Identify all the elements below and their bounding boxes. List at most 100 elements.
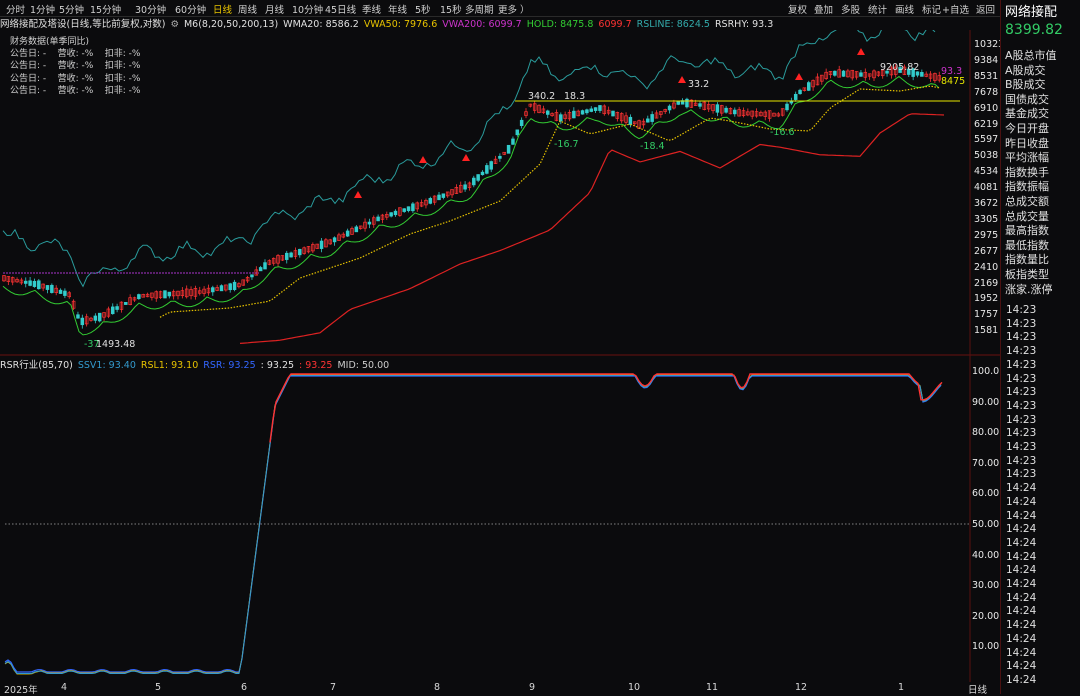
period-tab[interactable]: 10分钟 bbox=[292, 2, 323, 16]
candle-body bbox=[685, 98, 689, 108]
quote-field-label[interactable]: 最低指数 bbox=[1005, 237, 1049, 253]
indicator-value: VWA50: 7976.6 bbox=[363, 19, 438, 30]
price-tick: 1757 bbox=[974, 309, 999, 321]
toolbar-button[interactable]: +自选 bbox=[942, 2, 969, 16]
rsr-tick: 80.00 bbox=[972, 427, 1000, 439]
price-tick: 2975 bbox=[974, 229, 999, 241]
gear-icon[interactable]: ⚙ bbox=[170, 19, 179, 30]
candle-body bbox=[319, 240, 324, 249]
quote-field-label[interactable]: 平均涨幅 bbox=[1005, 149, 1049, 165]
candle-body bbox=[515, 129, 520, 136]
quote-field-label[interactable]: 板指类型 bbox=[1005, 266, 1049, 282]
candle-body bbox=[97, 312, 102, 322]
candle-body bbox=[250, 274, 254, 278]
quote-field-label[interactable]: A股总市值 bbox=[1005, 47, 1057, 63]
candle-body bbox=[472, 177, 476, 186]
kline-chart[interactable]: -37 1493.48 9205.82 93.3 8475 340.2 18.3… bbox=[0, 30, 1000, 682]
candle-body bbox=[628, 116, 633, 125]
candle-body bbox=[406, 206, 411, 212]
quote-field-label[interactable]: 总成交量 bbox=[1005, 208, 1049, 224]
toolbar-button[interactable]: 统计 bbox=[868, 2, 887, 16]
rsr-value: RSR: 93.25 bbox=[203, 360, 256, 371]
low-price-label: 1493.48 bbox=[96, 339, 135, 350]
candle-body bbox=[833, 70, 837, 76]
period-tab[interactable]: 日线 bbox=[213, 2, 232, 16]
candle-body bbox=[58, 289, 63, 294]
period-tab[interactable]: 5分钟 bbox=[59, 2, 84, 16]
quote-field-label[interactable]: B股成交 bbox=[1005, 76, 1046, 92]
rsr-tick: 100.0 bbox=[972, 366, 1000, 377]
quote-field-label[interactable]: 今日开盘 bbox=[1005, 120, 1049, 136]
tick-time: 14:23 bbox=[1006, 468, 1037, 481]
quote-field-label[interactable]: 总成交额 bbox=[1005, 193, 1049, 209]
tick-time: 14:24 bbox=[1006, 660, 1037, 673]
toolbar-button[interactable]: 返回 bbox=[976, 2, 995, 16]
time-tick: 11 bbox=[706, 682, 719, 693]
candle-body bbox=[859, 72, 863, 77]
candle-body bbox=[485, 165, 489, 174]
tick-time: 14:23 bbox=[1006, 304, 1037, 316]
toolbar-button[interactable]: 多股 bbox=[841, 2, 860, 16]
period-tab[interactable]: 分时 bbox=[6, 2, 25, 16]
rsr-red-line bbox=[269, 373, 943, 443]
period-tab[interactable]: 15分钟 bbox=[90, 2, 121, 16]
candle-body bbox=[785, 103, 789, 111]
candle-body bbox=[572, 110, 576, 119]
candle-body bbox=[506, 144, 511, 154]
period-tab[interactable]: 多周期 bbox=[465, 2, 494, 16]
tick-time: 14:24 bbox=[1006, 495, 1037, 508]
tick-time: 14:24 bbox=[1006, 578, 1037, 590]
period-tab[interactable]: 季线 bbox=[362, 2, 381, 16]
candle-body bbox=[63, 290, 67, 296]
rsr-tick: 10.00 bbox=[972, 641, 1000, 653]
tick-time: 14:24 bbox=[1006, 673, 1037, 686]
tick-time: 14:23 bbox=[1006, 399, 1037, 412]
quote-field-label[interactable]: 涨家.涨停 bbox=[1005, 281, 1053, 297]
indicator-value: WMA20: 8586.2 bbox=[283, 19, 359, 30]
period-tab[interactable]: 更多 ） bbox=[498, 2, 530, 16]
quote-field-label[interactable]: 昨日收盘 bbox=[1005, 135, 1049, 151]
quote-field-label[interactable]: 国债成交 bbox=[1005, 91, 1049, 107]
candle-body bbox=[93, 315, 98, 321]
candle-body bbox=[519, 119, 524, 126]
period-tab[interactable]: 45日线 bbox=[325, 2, 356, 16]
period-tab[interactable]: 年线 bbox=[388, 2, 407, 16]
quote-field-label[interactable]: A股成交 bbox=[1005, 62, 1046, 78]
indicator-info-bar: 网络接配及塔设(日线,等比前复权,对数) ⚙ M6(8,20,50,200,13) W… bbox=[0, 16, 1000, 30]
candle-body bbox=[733, 109, 737, 115]
signal-triangle bbox=[419, 156, 427, 163]
candle-body bbox=[793, 93, 798, 100]
candle-body bbox=[463, 184, 467, 190]
candle-body bbox=[211, 287, 215, 293]
tick-time: 14:24 bbox=[1006, 632, 1037, 645]
candle-body bbox=[32, 280, 37, 287]
period-tab[interactable]: 5秒 bbox=[415, 2, 431, 16]
quote-field-label[interactable]: 指数换手 bbox=[1005, 164, 1049, 180]
quote-field-label[interactable]: 最高指数 bbox=[1005, 222, 1049, 238]
annotation-label: 340.2 bbox=[528, 91, 555, 102]
quote-field-label[interactable]: 指数振幅 bbox=[1005, 178, 1049, 194]
toolbar-button[interactable]: 复权 bbox=[788, 2, 807, 16]
toolbar-button[interactable]: 标记 bbox=[922, 2, 941, 16]
tick-time: 14:24 bbox=[1006, 509, 1037, 522]
period-tab[interactable]: 30分钟 bbox=[135, 2, 166, 16]
period-tab[interactable]: 1分钟 bbox=[30, 2, 55, 16]
toolbar-button[interactable]: 叠加 bbox=[814, 2, 833, 16]
time-tick: 5 bbox=[155, 682, 162, 693]
indicator-value: VWA200: 6099.7 bbox=[442, 19, 522, 30]
vwa200-line bbox=[239, 113, 945, 344]
quote-field-label[interactable]: 基金成交 bbox=[1005, 105, 1049, 121]
period-tab[interactable]: 60分钟 bbox=[175, 2, 206, 16]
price-tick: 2677 bbox=[974, 245, 999, 257]
period-tab[interactable]: 周线 bbox=[238, 2, 257, 16]
period-tab[interactable]: 15秒 bbox=[440, 2, 462, 16]
candle-body bbox=[332, 237, 337, 243]
quote-field-label[interactable]: 指数量比 bbox=[1005, 251, 1049, 267]
candle-body bbox=[598, 105, 602, 111]
candle-body bbox=[920, 71, 924, 77]
candle-body bbox=[167, 291, 172, 297]
toolbar-button[interactable]: 画线 bbox=[895, 2, 914, 16]
period-tab[interactable]: 月线 bbox=[265, 2, 284, 16]
rsr-tick: 60.00 bbox=[972, 488, 1000, 500]
rsr-tick: 50.00 bbox=[972, 519, 1000, 530]
